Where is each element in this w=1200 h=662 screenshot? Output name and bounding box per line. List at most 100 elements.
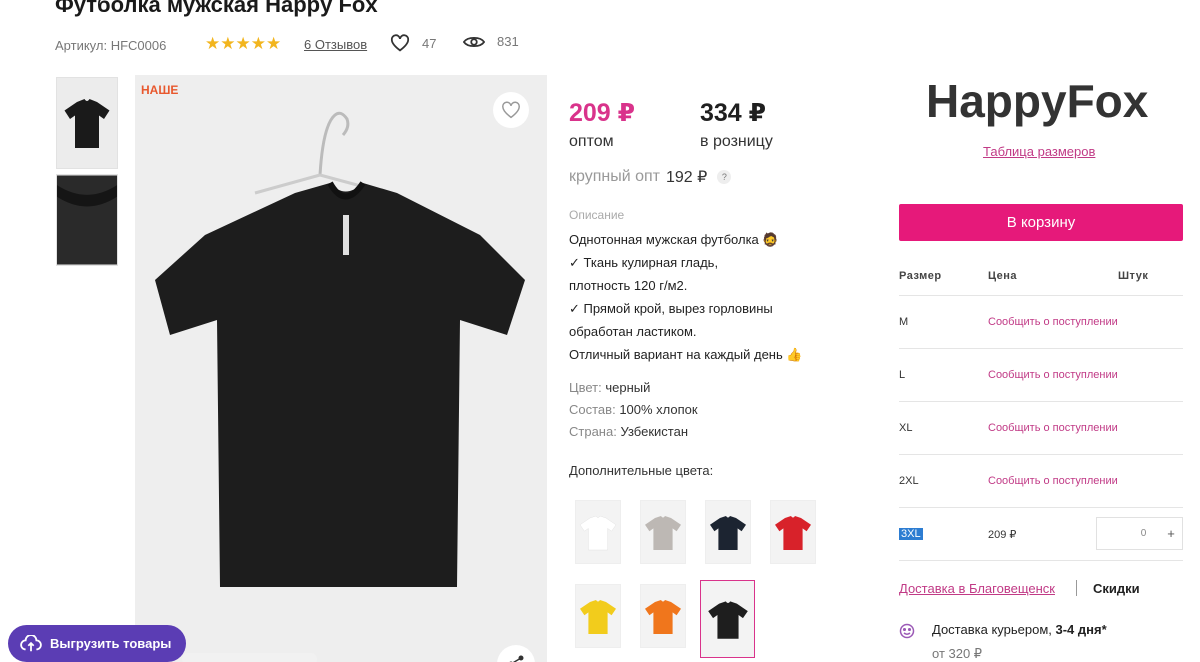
likes-count: 47 — [422, 35, 437, 51]
main-product-image[interactable] — [135, 75, 547, 662]
courier-days: 3-4 дня* — [1055, 622, 1107, 637]
color-swatch-white[interactable] — [575, 500, 621, 564]
row-size: 2XL — [899, 475, 919, 487]
table-row: 2XL Сообщить о поступлении — [899, 455, 1183, 508]
property-key: Состав: — [569, 402, 616, 417]
delivery-city-link[interactable]: Доставка в Благовещенск — [899, 581, 1055, 596]
bottom-strip — [182, 653, 317, 662]
row-size-label: 3XL — [899, 528, 923, 540]
courier-price: от 320 ₽ — [932, 646, 983, 661]
property-key: Страна: — [569, 424, 617, 439]
column-price: Цена — [988, 270, 1018, 282]
bulk-price: крупный опт 192 ₽ ? — [569, 167, 732, 187]
bulk-label: крупный опт — [569, 168, 660, 185]
brand-logo: HappyFox — [926, 75, 1149, 127]
column-size: Размер — [899, 270, 942, 282]
color-swatch-grey[interactable] — [640, 500, 686, 564]
export-products-button[interactable]: Выгрузить товары — [8, 625, 186, 662]
color-swatch-black-selected[interactable] — [700, 580, 755, 658]
row-size: M — [899, 316, 909, 328]
table-row: 3XL 209 ₽ 0 + — [899, 508, 1183, 561]
quantity-stepper[interactable]: 0 + — [1096, 517, 1183, 550]
smile-icon — [899, 623, 915, 644]
quantity-value[interactable]: 0 — [1097, 528, 1160, 539]
eye-icon — [463, 36, 485, 47]
reviews-link[interactable]: 6 Отзывов — [304, 37, 367, 52]
color-swatch-navy[interactable] — [705, 500, 751, 564]
tshirt-swatch-icon — [710, 516, 746, 550]
column-qty: Штук — [1118, 270, 1149, 282]
tshirt-thumbnail-image — [64, 99, 110, 148]
description-line: плотность 120 г/м2. — [569, 278, 688, 293]
courier-label: Доставка курьером, — [932, 622, 1052, 637]
row-price: 209 ₽ — [988, 528, 1017, 541]
notify-link[interactable]: Сообщить о поступлении — [988, 296, 1118, 348]
favorite-button[interactable] — [493, 92, 529, 128]
property-value: Узбекистан — [620, 424, 688, 439]
table-row: L Сообщить о поступлении — [899, 349, 1183, 402]
heart-outline-icon — [502, 101, 520, 119]
property-value: черный — [605, 380, 651, 395]
notify-link[interactable]: Сообщить о поступлении — [988, 455, 1118, 507]
description-heading: Описание — [569, 208, 625, 222]
row-size: 3XL — [899, 508, 923, 560]
row-size: L — [899, 369, 906, 381]
bulk-value: 192 ₽ — [666, 169, 708, 186]
notify-link[interactable]: Сообщить о поступлении — [988, 402, 1118, 454]
property-value: 100% хлопок — [619, 402, 698, 417]
tshirt-swatch-icon — [645, 600, 681, 634]
table-row: XL Сообщить о поступлении — [899, 402, 1183, 455]
star-icon: ★ — [205, 34, 221, 53]
product-title: Футболка мужская Happy Fox — [55, 0, 378, 17]
views-counter: 831 — [463, 34, 519, 49]
share-icon — [509, 655, 524, 662]
likes-counter[interactable]: 47 — [390, 34, 436, 52]
star-icon: ★ — [250, 34, 266, 53]
description-line: Отличный вариант на каждый день 👍 — [569, 347, 803, 362]
description-text: Однотонная мужская футболка 🧔 ✓ Ткань ку… — [569, 228, 829, 366]
description-line: обработан ластиком. — [569, 324, 697, 339]
tshirt-swatch-icon — [579, 515, 617, 551]
plus-button[interactable]: + — [1160, 526, 1182, 541]
help-icon[interactable]: ? — [717, 170, 732, 184]
table-row: M Сообщить о поступлении — [899, 296, 1183, 349]
thumbnail-detail[interactable] — [56, 174, 118, 266]
row-size: XL — [899, 422, 913, 434]
add-to-cart-button[interactable]: В корзину — [899, 204, 1183, 241]
size-table-link[interactable]: Таблица размеров — [983, 144, 1095, 159]
description-line: ✓ Ткань кулирная гладь, — [569, 255, 719, 270]
description-line: ✓ Прямой крой, вырез горловины — [569, 301, 773, 316]
extra-colors-heading: Дополнительные цвета: — [569, 463, 714, 478]
article-number: Артикул: НFC0006 — [55, 37, 167, 53]
star-icon: ★ — [235, 34, 251, 53]
tshirt-swatch-icon — [775, 516, 811, 550]
star-icon: ★ — [220, 34, 236, 53]
tshirt-image — [155, 111, 525, 587]
wholesale-price: 209 ₽ — [569, 99, 636, 127]
thumbnail-front[interactable] — [56, 77, 118, 169]
courier-delivery: Доставка курьером, 3-4 дня* — [932, 622, 1107, 637]
cloud-upload-icon — [20, 634, 42, 651]
views-count: 831 — [497, 34, 519, 49]
retail-label: в розницу — [700, 133, 773, 150]
wholesale-label: оптом — [569, 133, 614, 150]
property-key: Цвет: — [569, 380, 602, 395]
notify-link[interactable]: Сообщить о поступлении — [988, 349, 1118, 401]
tshirt-detail-image — [57, 175, 117, 265]
export-label: Выгрузить товары — [50, 636, 172, 651]
color-swatch-red[interactable] — [770, 500, 816, 564]
badge-new: НАШЕ — [141, 83, 179, 97]
heart-icon — [390, 34, 410, 52]
product-properties: Цвет: черный Состав: 100% хлопок Страна:… — [569, 377, 698, 443]
tshirt-swatch-icon — [580, 600, 616, 634]
retail-price: 334 ₽ — [700, 99, 767, 127]
color-swatch-orange[interactable] — [640, 584, 686, 648]
color-swatch-yellow[interactable] — [575, 584, 621, 648]
discounts-tab[interactable]: Скидки — [1093, 581, 1140, 596]
description-line: Однотонная мужская футболка 🧔 — [569, 232, 779, 247]
tshirt-swatch-icon — [645, 516, 681, 550]
tshirt-swatch-icon — [707, 601, 748, 639]
divider — [1076, 580, 1077, 596]
star-icon: ★ — [266, 34, 282, 53]
rating-stars[interactable]: ★ ★ ★ ★ ★ — [205, 34, 281, 54]
